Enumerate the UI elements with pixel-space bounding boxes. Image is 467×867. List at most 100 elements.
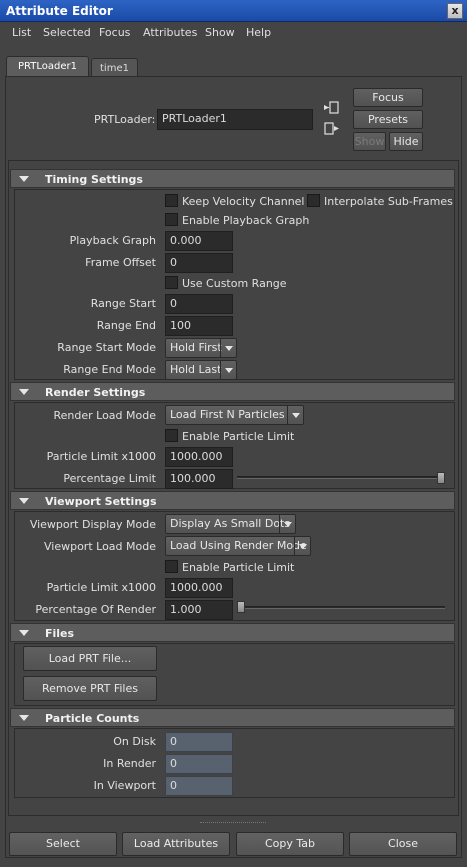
viewport-settings-title: Viewport Settings bbox=[45, 495, 157, 508]
render-percentage-limit-field[interactable]: 100.000 bbox=[165, 469, 233, 489]
menu-selected[interactable]: Selected bbox=[43, 26, 91, 39]
viewport-percentage-label: Percentage Of Render bbox=[35, 603, 156, 616]
close-button[interactable]: Close bbox=[349, 832, 457, 856]
output-connection-icon[interactable] bbox=[323, 121, 341, 137]
viewport-display-mode-label: Viewport Display Mode bbox=[29, 518, 156, 531]
render-load-mode-dropdown[interactable]: Load First N Particles bbox=[165, 405, 304, 425]
range-end-mode-dropdown[interactable]: Hold Last bbox=[165, 360, 237, 380]
load-attributes-button[interactable]: Load Attributes bbox=[122, 832, 230, 856]
files-header[interactable]: Files bbox=[10, 623, 455, 642]
render-settings-header[interactable]: Render Settings bbox=[10, 382, 455, 401]
viewport-load-mode-value: Load Using Render Mode bbox=[170, 539, 307, 552]
viewport-enable-limit-checkbox[interactable] bbox=[165, 560, 178, 573]
tab-time1[interactable]: time1 bbox=[91, 58, 138, 76]
particle-counts-title: Particle Counts bbox=[45, 712, 140, 725]
enable-playback-graph-label: Enable Playback Graph bbox=[182, 214, 310, 227]
load-prt-file-button[interactable]: Load PRT File... bbox=[23, 646, 157, 671]
menu-focus[interactable]: Focus bbox=[99, 26, 130, 39]
collapse-triangle-icon bbox=[19, 176, 29, 182]
collapse-triangle-icon bbox=[19, 630, 29, 636]
interpolate-subframes-label: Interpolate Sub-Frames bbox=[324, 195, 453, 208]
window-titlebar: Attribute Editor x bbox=[0, 0, 467, 22]
interpolate-subframes-checkbox[interactable] bbox=[307, 194, 320, 207]
presets-button[interactable]: Presets bbox=[353, 110, 423, 129]
range-end-mode-value: Hold Last bbox=[170, 363, 222, 376]
range-start-mode-value: Hold First bbox=[170, 341, 222, 354]
collapse-triangle-icon bbox=[19, 389, 29, 395]
chevron-down-icon bbox=[287, 406, 303, 424]
menu-help[interactable]: Help bbox=[246, 26, 271, 39]
viewport-particle-limit-label: Particle Limit x1000 bbox=[46, 581, 156, 594]
timing-settings-header[interactable]: Timing Settings bbox=[10, 169, 455, 188]
chevron-down-icon bbox=[294, 537, 310, 555]
render-percentage-slider[interactable] bbox=[237, 476, 445, 479]
menu-list[interactable]: List bbox=[12, 26, 31, 39]
node-type-label: PRTLoader: bbox=[94, 113, 156, 126]
menu-show[interactable]: Show bbox=[205, 26, 235, 39]
range-start-field[interactable]: 0 bbox=[165, 294, 233, 314]
render-percentage-limit-label: Percentage Limit bbox=[63, 472, 156, 485]
in-viewport-field: 0 bbox=[165, 776, 233, 796]
frame-offset-field[interactable]: 0 bbox=[165, 253, 233, 273]
render-load-mode-label: Render Load Mode bbox=[53, 409, 156, 422]
resize-grip[interactable] bbox=[200, 822, 266, 825]
range-end-field[interactable]: 100 bbox=[165, 316, 233, 336]
particle-counts-header[interactable]: Particle Counts bbox=[10, 708, 455, 727]
render-percentage-slider-handle[interactable] bbox=[437, 472, 445, 484]
show-button[interactable]: Show bbox=[353, 132, 386, 151]
render-particle-limit-field[interactable]: 1000.000 bbox=[165, 447, 233, 467]
viewport-display-mode-dropdown[interactable]: Display As Small Dots bbox=[165, 514, 296, 534]
render-enable-limit-label: Enable Particle Limit bbox=[182, 430, 295, 443]
chevron-down-icon bbox=[220, 339, 236, 357]
collapse-triangle-icon bbox=[19, 715, 29, 721]
keep-velocity-checkbox[interactable] bbox=[165, 194, 178, 207]
playback-graph-field[interactable]: 0.000 bbox=[165, 231, 233, 251]
viewport-load-mode-label: Viewport Load Mode bbox=[43, 540, 156, 553]
viewport-percentage-slider[interactable] bbox=[237, 606, 445, 609]
on-disk-field: 0 bbox=[165, 732, 233, 752]
copy-tab-button[interactable]: Copy Tab bbox=[236, 832, 344, 856]
menubar: List Selected Focus Attributes Show Help bbox=[0, 22, 467, 44]
viewport-settings-header[interactable]: Viewport Settings bbox=[10, 491, 455, 510]
select-button[interactable]: Select bbox=[9, 832, 117, 856]
viewport-particle-limit-field[interactable]: 1000.000 bbox=[165, 578, 233, 598]
on-disk-label: On Disk bbox=[113, 735, 156, 748]
in-render-label: In Render bbox=[103, 757, 156, 770]
viewport-display-mode-value: Display As Small Dots bbox=[170, 517, 291, 530]
chevron-down-icon bbox=[279, 515, 295, 533]
window-close-button[interactable]: x bbox=[447, 3, 463, 19]
viewport-enable-limit-label: Enable Particle Limit bbox=[182, 561, 295, 574]
timing-settings-title: Timing Settings bbox=[45, 173, 143, 186]
render-particle-limit-label: Particle Limit x1000 bbox=[46, 450, 156, 463]
focus-button[interactable]: Focus bbox=[353, 88, 423, 107]
render-settings-title: Render Settings bbox=[45, 386, 146, 399]
files-title: Files bbox=[45, 627, 75, 640]
render-enable-limit-checkbox[interactable] bbox=[165, 429, 178, 442]
keep-velocity-label: Keep Velocity Channel bbox=[182, 195, 305, 208]
range-end-mode-label: Range End Mode bbox=[63, 363, 156, 376]
collapse-triangle-icon bbox=[19, 498, 29, 504]
tab-prtloader1[interactable]: PRTLoader1 bbox=[6, 56, 89, 77]
render-load-mode-value: Load First N Particles bbox=[170, 408, 285, 421]
hide-button[interactable]: Hide bbox=[389, 132, 423, 151]
in-render-field: 0 bbox=[165, 754, 233, 774]
playback-graph-label: Playback Graph bbox=[69, 234, 156, 247]
frame-offset-label: Frame Offset bbox=[85, 256, 156, 269]
node-name-field[interactable]: PRTLoader1 bbox=[157, 109, 313, 130]
range-start-label: Range Start bbox=[90, 297, 156, 310]
window-title: Attribute Editor bbox=[6, 4, 113, 18]
in-viewport-label: In Viewport bbox=[93, 779, 156, 792]
use-custom-range-label: Use Custom Range bbox=[182, 277, 287, 290]
menu-attributes[interactable]: Attributes bbox=[143, 26, 197, 39]
viewport-percentage-slider-handle[interactable] bbox=[237, 601, 245, 613]
viewport-load-mode-dropdown[interactable]: Load Using Render Mode bbox=[165, 536, 311, 556]
range-start-mode-label: Range Start Mode bbox=[57, 341, 156, 354]
remove-prt-files-button[interactable]: Remove PRT Files bbox=[23, 676, 157, 701]
chevron-down-icon bbox=[220, 361, 236, 379]
enable-playback-graph-checkbox[interactable] bbox=[165, 213, 178, 226]
viewport-percentage-field[interactable]: 1.000 bbox=[165, 600, 233, 620]
input-connection-icon[interactable] bbox=[323, 100, 341, 116]
range-end-label: Range End bbox=[96, 319, 156, 332]
use-custom-range-checkbox[interactable] bbox=[165, 276, 178, 289]
range-start-mode-dropdown[interactable]: Hold First bbox=[165, 338, 237, 358]
